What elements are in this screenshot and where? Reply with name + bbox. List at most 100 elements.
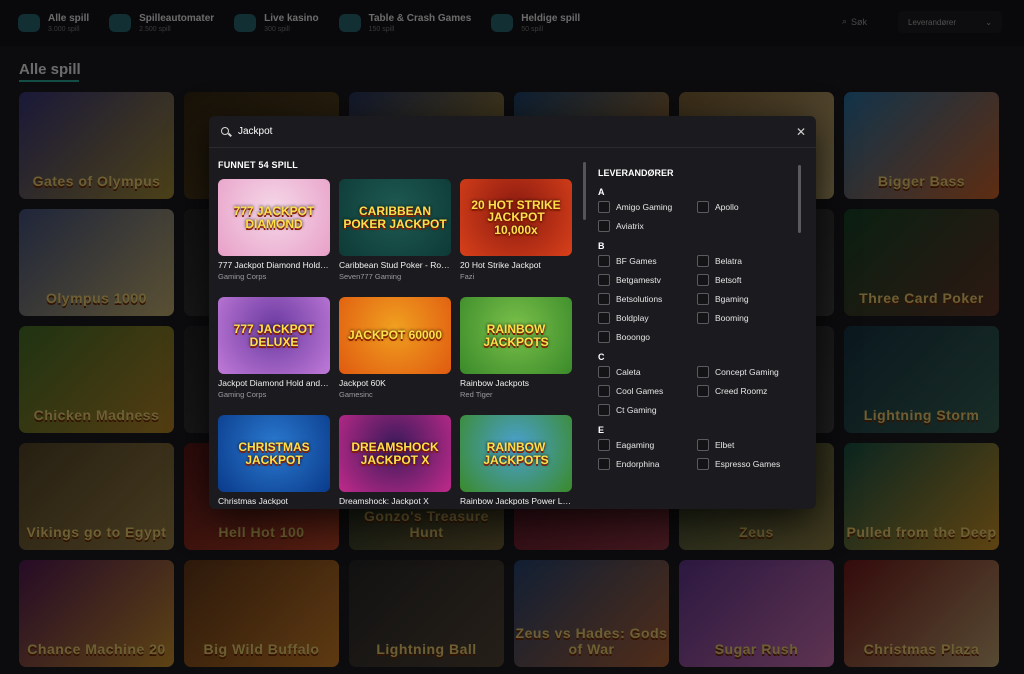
nav-item[interactable]: Alle spill 3.000 spill xyxy=(18,13,89,33)
game-card[interactable]: JACKPOT 60000 Jackpot 60K Gamesinc xyxy=(339,297,451,407)
game-tile[interactable]: Pulled from the Deep xyxy=(844,443,999,550)
game-card[interactable]: 777 JACKPOT DIAMOND 777 Jackpot Diamond H… xyxy=(218,179,330,289)
game-card[interactable]: 777 JACKPOT DELUXE Jackpot Diamond Hold a… xyxy=(218,297,330,407)
game-card[interactable]: CHRISTMAS JACKPOT Christmas Jackpot xyxy=(218,415,330,505)
provider-option[interactable]: Espresso Games xyxy=(697,458,796,470)
provider-checkbox[interactable] xyxy=(697,255,709,267)
close-icon[interactable]: ✕ xyxy=(796,125,806,139)
provider-checkbox[interactable] xyxy=(697,439,709,451)
nav-item[interactable]: Table & Crash Games 150 spill xyxy=(338,13,472,33)
game-thumbnail[interactable]: CARIBBEAN POKER JACKPOT xyxy=(339,179,451,256)
nav-item[interactable]: Live kasino 300 spill xyxy=(234,13,319,33)
game-card[interactable]: 20 HOT STRIKE JACKPOT 10,000x 20 Hot Stri… xyxy=(460,179,572,289)
game-tile[interactable]: Vikings go to Egypt xyxy=(19,443,174,550)
game-tile-title: Pulled from the Deep xyxy=(846,524,997,540)
provider-option[interactable]: Elbet xyxy=(697,439,796,451)
game-thumbnail[interactable]: JACKPOT 60000 xyxy=(339,297,451,374)
nav-item[interactable]: Heldige spill 50 spill xyxy=(491,13,580,33)
provider-option[interactable]: BF Games xyxy=(598,255,697,267)
provider-checkbox[interactable] xyxy=(598,385,610,397)
game-tile[interactable]: Three Card Poker xyxy=(844,209,999,316)
search-bar: ✕ xyxy=(209,116,816,148)
category-icon xyxy=(338,14,361,32)
game-tile-title: Hell Hot 100 xyxy=(218,524,305,540)
provider-checkbox[interactable] xyxy=(697,458,709,470)
game-title: Jackpot Diamond Hold and Win Deluxe xyxy=(218,378,330,388)
provider-checkbox[interactable] xyxy=(598,274,610,286)
providers-filter: LEVERANDØRER A Amigo Gaming Apollo Aviatrix… xyxy=(598,168,798,505)
provider-checkbox[interactable] xyxy=(598,255,610,267)
game-tile[interactable]: Zeus vs Hades: Gods of War xyxy=(514,560,669,667)
provider-option[interactable]: Eagaming xyxy=(598,439,697,451)
search-results: FUNNET 54 SPILL 777 JACKPOT DIAMOND 777 J… xyxy=(218,160,584,505)
provider-option[interactable]: Cool Games xyxy=(598,385,697,397)
game-thumbnail[interactable]: RAINBOW JACKPOTS xyxy=(460,415,572,492)
nav-item-label: Alle spill xyxy=(48,13,90,24)
page-title: Alle spill xyxy=(19,61,81,78)
provider-option[interactable]: Belatra xyxy=(697,255,796,267)
game-tile[interactable]: Lightning Storm xyxy=(844,326,999,433)
game-tile[interactable]: Big Wild Buffalo xyxy=(184,560,339,667)
providers-scrollbar[interactable] xyxy=(798,165,801,233)
game-tile-title: Olympus 1000 xyxy=(46,290,147,306)
game-thumbnail[interactable]: 20 HOT STRIKE JACKPOT 10,000x xyxy=(460,179,572,256)
game-card[interactable]: CARIBBEAN POKER JACKPOT Caribbean Stud Po… xyxy=(339,179,451,289)
provider-checkbox[interactable] xyxy=(697,366,709,378)
game-tile[interactable]: Lightning Ball xyxy=(349,560,504,667)
provider-option[interactable]: Amigo Gaming xyxy=(598,201,697,213)
provider-option[interactable]: Endorphina xyxy=(598,458,697,470)
provider-option[interactable]: Bgaming xyxy=(697,293,796,305)
providers-dropdown[interactable]: Leverandører ⌄ xyxy=(898,11,1002,33)
game-tile[interactable]: Christmas Plaza xyxy=(844,560,999,667)
provider-checkbox[interactable] xyxy=(697,385,709,397)
game-card[interactable]: RAINBOW JACKPOTS Rainbow Jackpots Power L… xyxy=(460,415,572,505)
provider-option[interactable]: Concept Gaming xyxy=(697,366,796,378)
search-input[interactable] xyxy=(238,126,758,137)
game-thumbnail[interactable]: 777 JACKPOT DIAMOND xyxy=(218,179,330,256)
game-tile[interactable]: Gates of Olympus xyxy=(19,92,174,199)
results-scrollbar[interactable] xyxy=(583,162,586,220)
provider-option[interactable]: Ct Gaming xyxy=(598,404,697,416)
provider-name: Betsolutions xyxy=(616,294,663,304)
provider-option[interactable]: Apollo xyxy=(697,201,796,213)
game-title: 20 Hot Strike Jackpot xyxy=(460,260,541,270)
provider-option[interactable]: Caleta xyxy=(598,366,697,378)
game-thumbnail[interactable]: 777 JACKPOT DELUXE xyxy=(218,297,330,374)
game-card[interactable]: RAINBOW JACKPOTS Rainbow Jackpots Red Tige… xyxy=(460,297,572,407)
provider-checkbox[interactable] xyxy=(598,439,610,451)
provider-checkbox[interactable] xyxy=(598,458,610,470)
provider-checkbox[interactable] xyxy=(697,201,709,213)
provider-checkbox[interactable] xyxy=(598,366,610,378)
provider-option[interactable]: Booming xyxy=(697,312,796,324)
game-tile[interactable]: Chance Machine 20 xyxy=(19,560,174,667)
provider-checkbox[interactable] xyxy=(598,404,610,416)
game-tile[interactable]: Bigger Bass xyxy=(844,92,999,199)
provider-checkbox[interactable] xyxy=(697,274,709,286)
provider-checkbox[interactable] xyxy=(598,220,610,232)
game-card[interactable]: DREAMSHOCK JACKPOT X Dreamshock: Jackpot … xyxy=(339,415,451,505)
provider-option[interactable]: Creed Roomz xyxy=(697,385,796,397)
game-thumbnail[interactable]: DREAMSHOCK JACKPOT X xyxy=(339,415,451,492)
provider-checkbox[interactable] xyxy=(697,293,709,305)
nav-item-label: Table & Crash Games xyxy=(368,13,472,24)
provider-option[interactable]: Boldplay xyxy=(598,312,697,324)
provider-option[interactable]: Betsolutions xyxy=(598,293,697,305)
category-icon xyxy=(234,14,257,32)
provider-option[interactable]: Betsoft xyxy=(697,274,796,286)
nav-item[interactable]: Spilleautomater 2.500 spill xyxy=(109,13,214,33)
provider-checkbox[interactable] xyxy=(697,312,709,324)
provider-checkbox[interactable] xyxy=(598,331,610,343)
provider-checkbox[interactable] xyxy=(598,201,610,213)
game-thumbnail[interactable]: RAINBOW JACKPOTS xyxy=(460,297,572,374)
game-tile[interactable]: Sugar Rush xyxy=(679,560,834,667)
game-tile[interactable]: Olympus 1000 xyxy=(19,209,174,316)
nav-search[interactable]: ⌕ Søk xyxy=(842,16,867,27)
provider-checkbox[interactable] xyxy=(598,293,610,305)
provider-option[interactable]: Betgamestv xyxy=(598,274,697,286)
provider-option[interactable]: Booongo xyxy=(598,331,697,343)
provider-option[interactable]: Aviatrix xyxy=(598,220,697,232)
game-thumbnail[interactable]: CHRISTMAS JACKPOT xyxy=(218,415,330,492)
game-tile[interactable]: Chicken Madness xyxy=(19,326,174,433)
game-thumbnail-art-text: JACKPOT 60000 xyxy=(347,328,443,343)
provider-checkbox[interactable] xyxy=(598,312,610,324)
